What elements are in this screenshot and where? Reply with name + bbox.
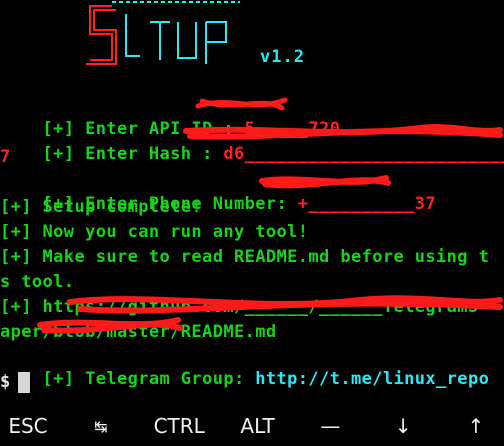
setup-logo: [86, 1, 240, 65]
repo-url-line: [+] https://github.com/______/______Tele…: [0, 297, 479, 317]
dash-key[interactable]: —: [310, 414, 350, 438]
ascii-banner: v1.2: [0, 0, 504, 82]
hash-label: [+] Enter Hash :: [42, 144, 224, 164]
tab-key[interactable]: ↹: [81, 417, 121, 436]
telegram-group-link[interactable]: http://t.me/linux_repo: [255, 369, 489, 389]
repo-url-line-wrap: aper/blob/master/README.md: [0, 322, 277, 342]
run-tool-line: [+] Now you can run any tool!: [0, 222, 309, 242]
hash-continuation: 7: [0, 147, 11, 167]
phone-value: +__________37: [297, 194, 437, 214]
arrow-down-key[interactable]: ↓: [383, 414, 423, 438]
ctrl-key[interactable]: CTRL: [154, 414, 205, 438]
terminal-screen[interactable]: v1.2 [+] Enter API ID : 5_____720 [+] En…: [0, 0, 504, 400]
readme-line: [+] Make sure to read README.md before u…: [0, 247, 490, 267]
telegram-group-label: [+] Telegram Group:: [42, 369, 256, 389]
extra-keys-bar: ESC ↹ CTRL ALT — ↓ ↑: [0, 406, 504, 446]
version-label: v1.2: [260, 47, 305, 67]
shell-prompt: $: [0, 372, 11, 392]
hash-value: d6_________________________f7b: [223, 144, 504, 164]
telegram-group-line: [+] Telegram Group: http://t.me/linux_re…: [0, 346, 489, 400]
readme-line-wrap: s tool.: [0, 272, 75, 292]
text-cursor[interactable]: [18, 372, 30, 393]
arrow-up-key[interactable]: ↑: [456, 414, 496, 438]
esc-key[interactable]: ESC: [8, 414, 48, 438]
setup-complete-line: [+] Setup complete!: [0, 197, 203, 217]
alt-key[interactable]: ALT: [238, 414, 278, 438]
